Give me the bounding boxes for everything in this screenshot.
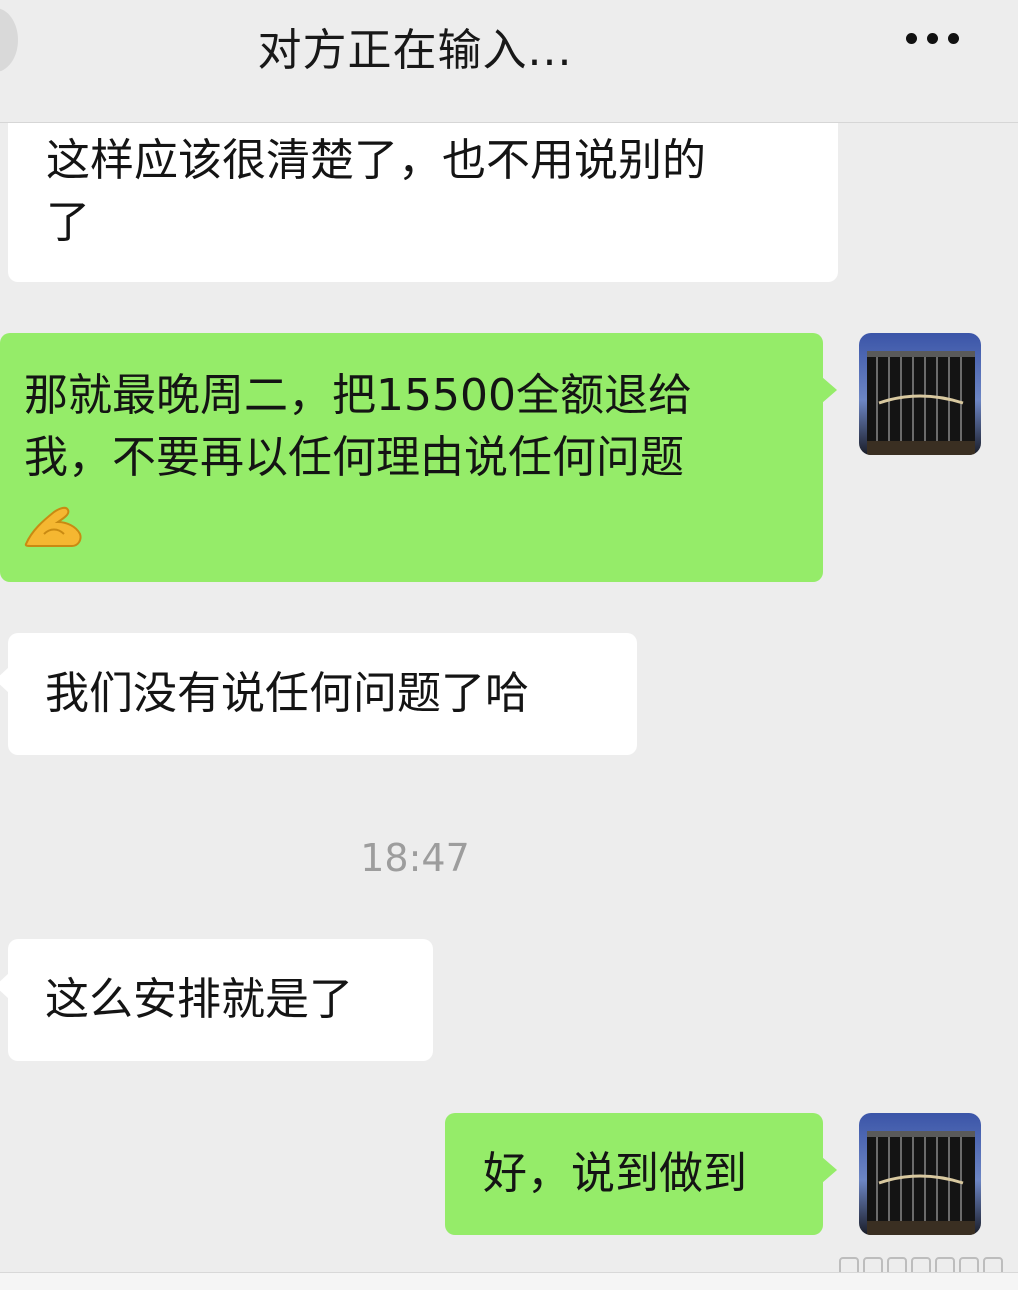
outgoing-message-bubble[interactable]: 好，说到做到 [445,1113,837,1235]
message-text: 了 [46,197,90,248]
message-timestamp: 18:47 [360,836,470,880]
chat-title: 对方正在输入... [257,25,573,76]
message-text: 这样应该很清楚了，也不用说别的 [46,135,706,186]
message-text: 我，不要再以任何理由说任何问题 [24,432,684,483]
ok-hand-emoji [24,506,82,547]
avatar-building-photo [859,333,981,455]
incoming-message-bubble[interactable]: 我们没有说任何问题了哈 [0,633,637,755]
more-dots-icon[interactable] [906,33,966,49]
input-bar-edge [0,1272,1018,1290]
message-text: 这么安排就是了 [45,974,353,1025]
message-text: 我们没有说任何问题了哈 [45,668,529,719]
incoming-message-bubble[interactable]: 这样应该很清楚了，也不用说别的 了 [8,110,838,282]
incoming-message-bubble[interactable]: 这么安排就是了 [0,939,433,1061]
message-text: 那就最晚周二，把15500全额退给 [24,370,692,421]
chat-header: 对方正在输入... [0,0,1018,123]
avatar-building-photo [859,1113,981,1235]
outgoing-message-bubble[interactable]: 那就最晚周二，把15500全额退给 我，不要再以任何理由说任何问题 [0,333,837,582]
my-avatar[interactable] [859,333,981,455]
message-text: 好，说到做到 [483,1148,747,1199]
my-avatar[interactable] [859,1113,981,1235]
